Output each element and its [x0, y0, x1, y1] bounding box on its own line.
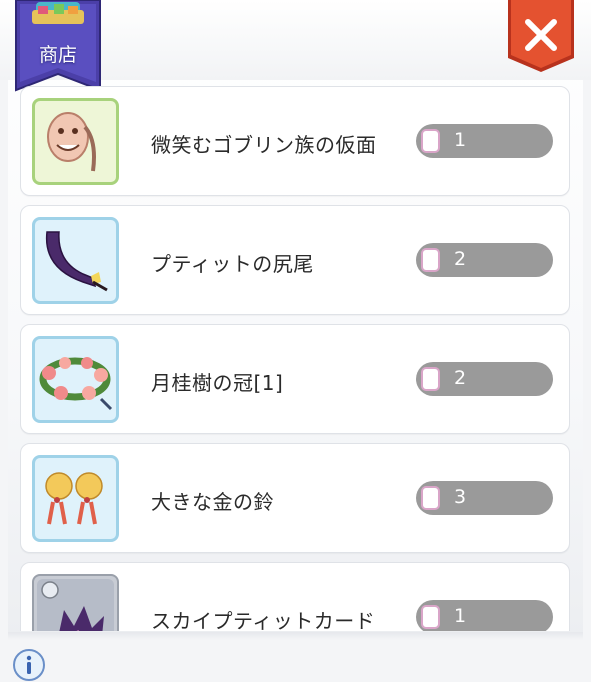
quantity-badge: 3: [416, 481, 553, 515]
list-item[interactable]: スカイプティットカード 1: [20, 562, 570, 631]
item-name: プティットの尻尾: [151, 252, 314, 276]
card-icon: [421, 367, 440, 391]
item-thumbnail: [32, 217, 119, 304]
item-thumbnail: [32, 98, 119, 185]
golden-bells-icon: [45, 472, 103, 525]
card-icon: [421, 486, 440, 510]
quantity-badge: 1: [416, 600, 553, 631]
item-quantity: 2: [454, 248, 467, 270]
shop-label: 商店: [38, 44, 77, 66]
item-thumbnail: [32, 574, 119, 631]
panel-footer: [8, 632, 583, 640]
card-icon: [421, 129, 440, 153]
sky-petite-card-icon: [37, 579, 114, 631]
info-icon[interactable]: [12, 648, 46, 682]
item-thumbnail: [32, 455, 119, 542]
close-button[interactable]: [506, 0, 576, 74]
list-item[interactable]: 微笑むゴブリン族の仮面 1: [20, 86, 570, 196]
item-name: スカイプティットカード: [151, 609, 376, 631]
goblin-mask-icon: [47, 112, 96, 172]
petite-tail-icon: [45, 231, 108, 292]
item-quantity: 1: [454, 129, 467, 151]
item-name: 月桂樹の冠[1]: [151, 371, 284, 395]
item-thumbnail: [32, 336, 119, 423]
item-list[interactable]: 微笑むゴブリン族の仮面 1 プティットの尻尾 2 月桂樹の冠[1] 2 大きな金…: [20, 86, 570, 631]
item-name: 微笑むゴブリン族の仮面: [151, 133, 377, 157]
laurel-crown-icon: [39, 357, 113, 411]
item-quantity: 2: [454, 367, 467, 389]
list-item[interactable]: 大きな金の鈴 3: [20, 443, 570, 553]
quantity-badge: 1: [416, 124, 553, 158]
card-icon: [421, 248, 440, 272]
item-quantity: 3: [454, 486, 467, 508]
item-name: 大きな金の鈴: [151, 490, 274, 514]
card-icon: [421, 605, 440, 629]
quantity-badge: 2: [416, 362, 553, 396]
quantity-badge: 2: [416, 243, 553, 277]
item-quantity: 1: [454, 605, 467, 627]
list-item[interactable]: 月桂樹の冠[1] 2: [20, 324, 570, 434]
list-item[interactable]: プティットの尻尾 2: [20, 205, 570, 315]
